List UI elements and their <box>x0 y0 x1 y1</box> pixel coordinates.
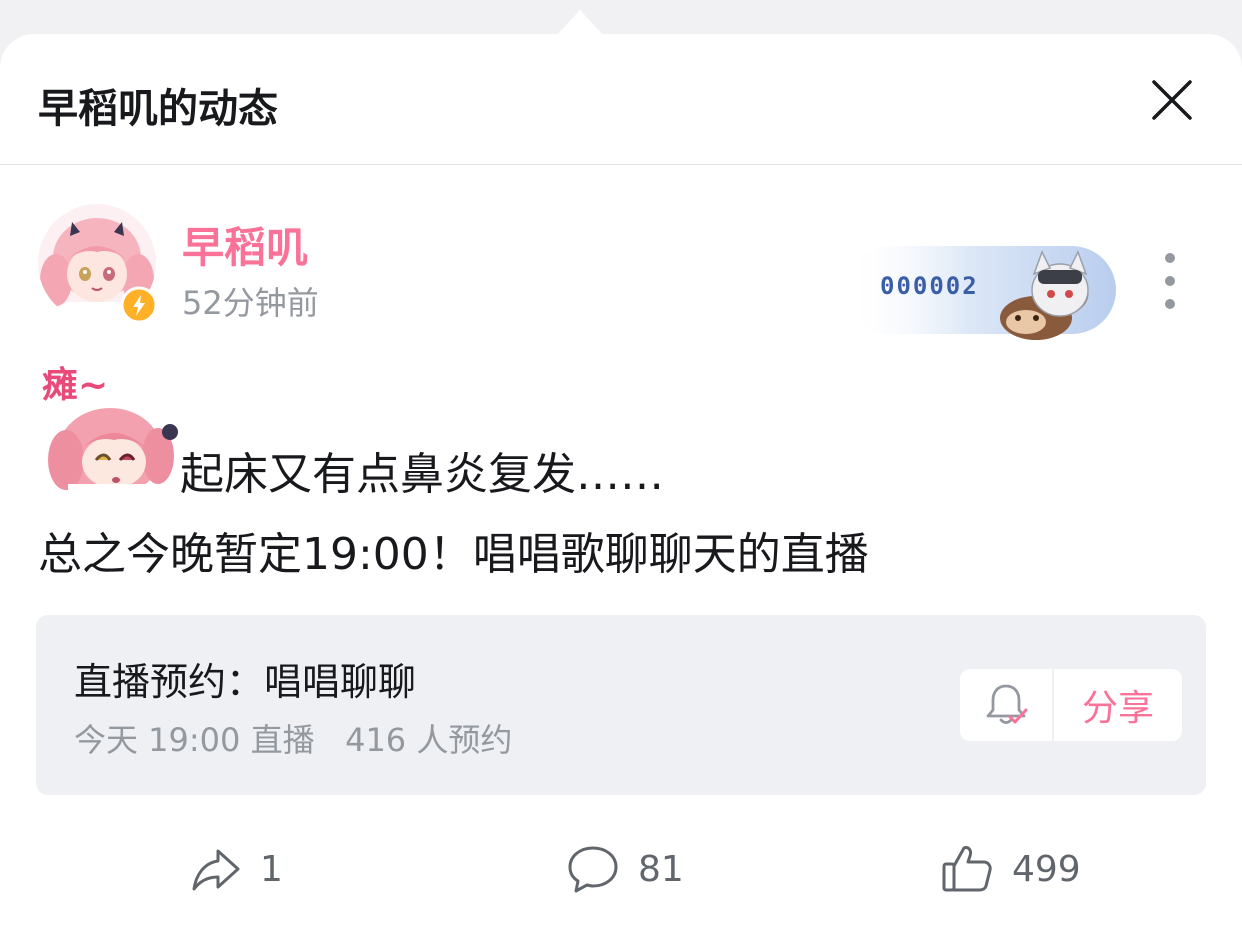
fan-badge[interactable]: 000002 <box>846 234 1116 344</box>
forward-count: 1 <box>260 848 283 890</box>
post-text-line-2: 总之今晚暂定19:00！唱唱歌聊聊天的直播 <box>38 529 869 580</box>
forward-icon <box>192 849 240 891</box>
forward-button[interactable]: 1 <box>190 824 283 914</box>
comment-button[interactable]: 81 <box>566 824 684 914</box>
sheet-header: 早稻叽的动态 <box>0 34 1242 165</box>
dynamic-sheet: 早稻叽的动态 早稻叽 52分钟前 000002 瘫~ 起床又有点鼻炎复发…… 总… <box>0 34 1242 931</box>
post-time: 52分钟前 <box>182 284 319 322</box>
sticker-emoji: 瘫~ <box>38 356 178 496</box>
reservation-meta: 今天 19:00 直播 416 人预约 <box>74 721 513 759</box>
action-bar: 1 81 499 <box>0 824 1242 914</box>
comment-icon <box>568 846 618 893</box>
post-text-line-1: 起床又有点鼻炎复发…… <box>180 449 664 500</box>
reservation-buttons: 分享 <box>960 669 1182 741</box>
fan-badge-number: 000002 <box>880 272 979 300</box>
verified-lightning-icon <box>120 286 158 324</box>
close-icon[interactable] <box>1146 74 1198 126</box>
sheet-title: 早稻叽的动态 <box>38 86 278 132</box>
popup-pointer <box>556 10 604 36</box>
author-name[interactable]: 早稻叽 <box>182 214 308 275</box>
reservation-title: 直播预约：唱唱聊聊 <box>74 660 417 704</box>
like-count: 499 <box>1012 848 1081 890</box>
sticker-text: 瘫~ <box>42 365 109 406</box>
share-button[interactable]: 分享 <box>1054 669 1182 741</box>
comment-count: 81 <box>638 848 684 890</box>
like-icon <box>942 846 992 892</box>
reserve-button[interactable] <box>960 669 1054 741</box>
author-avatar[interactable] <box>36 202 158 324</box>
like-button[interactable]: 499 <box>940 824 1081 914</box>
live-reservation-card[interactable]: 直播预约：唱唱聊聊 今天 19:00 直播 416 人预约 分享 <box>36 615 1206 795</box>
bell-check-icon <box>986 684 1028 724</box>
more-icon[interactable] <box>1150 246 1190 316</box>
